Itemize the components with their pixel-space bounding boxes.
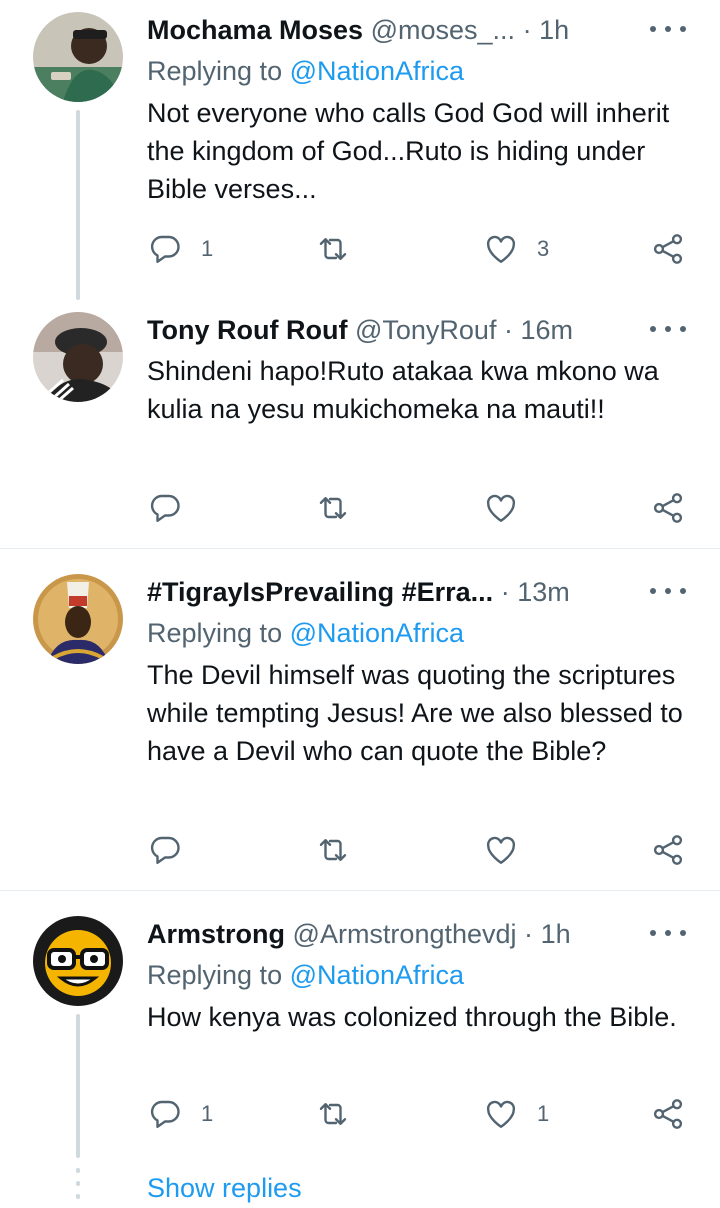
display-name[interactable]: Armstrong [147, 919, 285, 949]
share-button[interactable] [650, 830, 686, 870]
tweet-actions: 1 1 [147, 1094, 686, 1134]
show-replies-link[interactable]: Show replies [147, 1170, 302, 1206]
tweet-header: Mochama Moses @moses_... · 1h [147, 12, 630, 48]
thread-line [76, 1014, 80, 1158]
retweet-icon [319, 238, 347, 260]
heart-icon [486, 836, 516, 864]
divider [0, 548, 720, 549]
like-button[interactable] [483, 830, 519, 870]
avatar-emoji-icon [33, 916, 123, 1006]
replying-prefix: Replying to [147, 618, 290, 648]
replying-prefix: Replying to [147, 56, 290, 86]
tweet-text: Not everyone who calls God God will inhe… [147, 98, 670, 204]
retweet-icon [319, 1103, 347, 1125]
tweet[interactable]: Armstrong @Armstrongthevdj · 1h Replying… [0, 904, 720, 1164]
tweet-text: How kenya was colonized through the Bibl… [147, 1002, 677, 1032]
handle[interactable]: @Armstrongthevdj [293, 919, 517, 949]
tweet[interactable]: Mochama Moses @moses_... · 1h Replying t… [0, 0, 720, 300]
replying-prefix: Replying to [147, 960, 290, 990]
display-name[interactable]: Tony Rouf Rouf [147, 315, 347, 345]
reply-icon [150, 494, 180, 522]
share-icon [653, 835, 683, 865]
avatar-photo-icon [33, 312, 123, 402]
replying-to: Replying to @NationAfrica [147, 53, 464, 89]
tweet-actions [147, 488, 686, 528]
separator-dot: · [500, 577, 510, 607]
more-options-icon[interactable] [650, 14, 686, 44]
display-name[interactable]: #TigrayIsPrevailing #Erra... [147, 577, 493, 607]
reply-button[interactable]: 1 [147, 229, 213, 269]
tweet-actions [147, 830, 686, 870]
heart-icon [486, 1100, 516, 1128]
timestamp[interactable]: 1h [539, 15, 569, 45]
mention-link[interactable]: @NationAfrica [290, 960, 464, 990]
share-button[interactable] [650, 229, 686, 269]
separator-dot: · [503, 315, 513, 345]
mention-link[interactable]: @NationAfrica [290, 56, 464, 86]
separator-dot: · [522, 15, 532, 45]
avatar-photo-icon [33, 574, 123, 664]
avatar[interactable] [33, 574, 123, 664]
separator-dot: · [524, 919, 534, 949]
reply-icon [150, 836, 180, 864]
retweet-icon [319, 839, 347, 861]
tweet-header: Armstrong @Armstrongthevdj · 1h [147, 916, 630, 952]
retweet-button[interactable] [315, 488, 351, 528]
retweet-button[interactable] [315, 229, 369, 269]
like-count: 3 [537, 236, 550, 261]
more-options-icon[interactable] [650, 918, 686, 948]
avatar[interactable] [33, 916, 123, 1006]
reply-icon [150, 235, 180, 263]
handle[interactable]: @TonyRouf [355, 315, 496, 345]
heart-icon [486, 494, 516, 522]
reply-icon [150, 1100, 180, 1128]
share-icon [653, 234, 683, 264]
share-button[interactable] [650, 1094, 686, 1134]
like-count: 1 [537, 1101, 550, 1126]
reply-count: 1 [201, 1101, 214, 1126]
replying-to: Replying to @NationAfrica [147, 615, 464, 651]
divider [0, 890, 720, 891]
tweet[interactable]: #TigrayIsPrevailing #Erra... · 13m Reply… [0, 562, 720, 890]
more-options-icon[interactable] [650, 576, 686, 606]
tweet-header: Tony Rouf Rouf @TonyRouf · 16m [147, 312, 630, 348]
retweet-button[interactable] [315, 1094, 351, 1134]
reply-button[interactable]: 1 [147, 1094, 213, 1134]
thread-line [76, 110, 80, 300]
tweet-text: Shindeni hapo!Ruto atakaa kwa mkono wa k… [147, 356, 659, 424]
share-button[interactable] [650, 488, 686, 528]
replying-to: Replying to @NationAfrica [147, 957, 464, 993]
handle[interactable]: @moses_... [371, 15, 515, 45]
timestamp[interactable]: 16m [520, 315, 573, 345]
reply-button[interactable] [147, 830, 183, 870]
heart-icon [486, 235, 516, 263]
mention-link[interactable]: @NationAfrica [290, 618, 464, 648]
display-name[interactable]: Mochama Moses [147, 15, 363, 45]
avatar[interactable] [33, 312, 123, 402]
tweet[interactable]: Tony Rouf Rouf @TonyRouf · 16m Shindeni … [0, 300, 720, 548]
more-options-icon[interactable] [650, 314, 686, 344]
like-button[interactable]: 3 [483, 229, 549, 269]
avatar[interactable] [33, 12, 123, 102]
share-icon [653, 1099, 683, 1129]
timestamp[interactable]: 1h [541, 919, 571, 949]
timestamp[interactable]: 13m [517, 577, 570, 607]
tweet-actions: 1 3 [147, 229, 686, 269]
reply-count: 1 [201, 236, 214, 261]
thread-dots [76, 1168, 80, 1207]
like-button[interactable] [483, 488, 519, 528]
retweet-icon [319, 497, 347, 519]
share-icon [653, 493, 683, 523]
tweet-header: #TigrayIsPrevailing #Erra... · 13m [147, 574, 630, 610]
tweet-text: The Devil himself was quoting the script… [147, 660, 683, 766]
retweet-button[interactable] [315, 830, 351, 870]
like-button[interactable]: 1 [483, 1094, 549, 1134]
reply-button[interactable] [147, 488, 183, 528]
avatar-photo-icon [33, 12, 123, 102]
